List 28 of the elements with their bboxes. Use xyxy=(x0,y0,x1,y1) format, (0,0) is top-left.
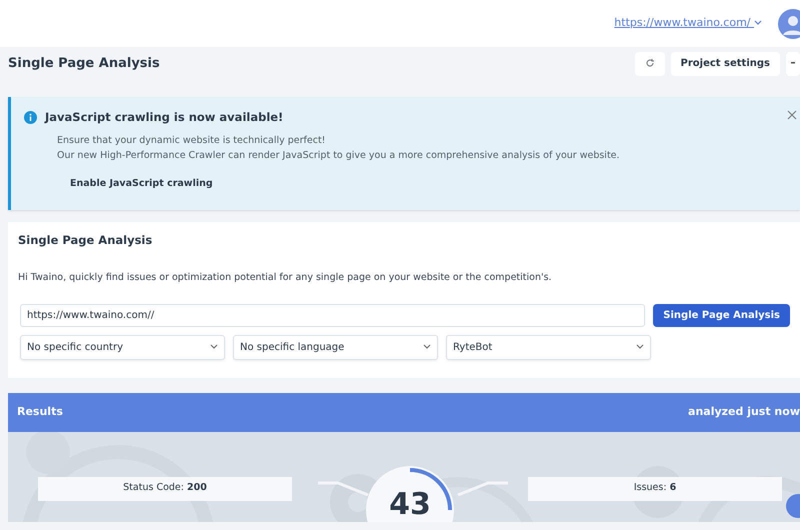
alert-text: Our new High-Performance Crawler can render JavaScript to give you a more comprehensive analysis of your website. xyxy=(57,149,621,164)
url-input-field[interactable]: https://www.twaino.com// xyxy=(20,304,646,327)
refresh-button[interactable] xyxy=(634,52,665,76)
project-url-dropdown[interactable]: https://www.twaino.com/ xyxy=(614,15,762,32)
select-dropdown[interactable]: RyteBot xyxy=(446,334,651,360)
enable-javascript-crawling-button[interactable]: Enable JavaScript crawling xyxy=(62,173,221,196)
avatar-icon[interactable] xyxy=(778,8,800,38)
refresh-icon xyxy=(644,58,655,68)
status-code-text: Status Code: 200 xyxy=(38,476,292,501)
project-settings-button[interactable]: Project settings xyxy=(670,52,780,76)
alert-text: Ensure that your dynamic website is technically perfect! xyxy=(57,134,326,148)
single-page-analysis-button[interactable]: Single Page Analysis xyxy=(653,304,790,327)
issues-text: Issues: 6 xyxy=(528,476,782,501)
info-icon xyxy=(24,111,37,124)
intro-text: Hi Twaino, quickly find issues or optimization potential for any single page on your website or the competition's. xyxy=(18,271,553,286)
select-dropdown[interactable]: No specific country xyxy=(20,334,225,360)
caret-icon xyxy=(210,344,218,350)
score-value: 43 xyxy=(388,490,432,520)
select-dropdown[interactable]: No specific language xyxy=(233,334,438,360)
alert-title: JavaScript crawling is now available! xyxy=(45,109,284,126)
dash-icon xyxy=(791,62,795,64)
card-title: Single Page Analysis xyxy=(18,234,154,248)
results-title: Results xyxy=(17,404,63,420)
analyzed-time: analyzed just now xyxy=(688,404,800,420)
caret-icon xyxy=(636,344,644,350)
page-title: Single Page Analysis xyxy=(8,56,161,72)
caret-icon xyxy=(754,20,762,26)
caret-icon xyxy=(423,344,431,350)
